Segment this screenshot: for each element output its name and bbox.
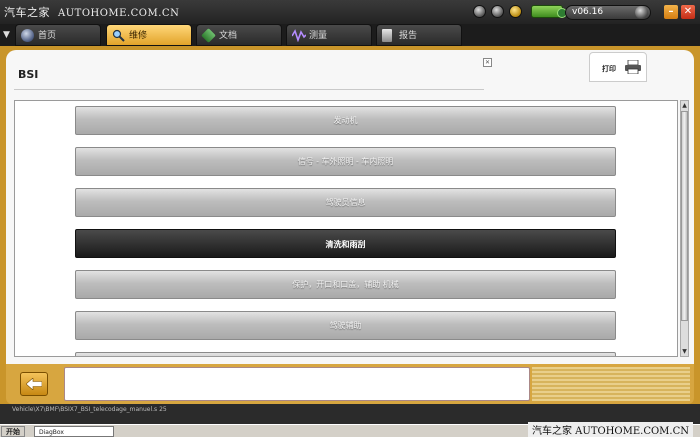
help-icon[interactable] — [491, 5, 504, 18]
tab-label: 维修 — [129, 31, 148, 41]
menu-item-driver-info[interactable]: 驾驶员信息 — [75, 188, 616, 217]
scroll-thumb[interactable] — [681, 111, 688, 321]
home-icon — [21, 29, 34, 42]
tab-measure[interactable]: 测量 — [286, 24, 372, 46]
search-icon — [112, 29, 125, 42]
arrow-left-icon — [26, 378, 42, 390]
menu-item-label: 发动机 — [333, 116, 358, 125]
close-panel-icon[interactable]: ✕ — [483, 58, 492, 67]
watermark-bottom: 汽车之家 AUTOHOME.COM.CN — [528, 422, 694, 437]
back-button[interactable] — [20, 372, 48, 396]
scroll-down-icon[interactable]: ▼ — [681, 347, 688, 356]
menu-item-label: 驾驶员信息 — [325, 198, 366, 207]
menu-item-engine[interactable]: 发动机 — [75, 106, 616, 135]
divider — [14, 89, 484, 90]
menu-item-label: 保护，开口和口盖，辅助 机械 — [292, 280, 399, 289]
taskbar-item-diagbox[interactable]: DiagBox — [34, 426, 114, 437]
tab-label: 首页 — [38, 31, 57, 41]
bottom-bar — [6, 364, 694, 404]
version-label: v06.16 — [572, 7, 604, 17]
menu-item-driving-assist[interactable]: 驾驶辅助 — [75, 311, 616, 340]
tab-report[interactable]: 报告 — [376, 24, 462, 46]
tab-bar: ▼ 首页 维修 文档 测量 报告 — [0, 24, 700, 46]
watermark-brand: 汽车之家 — [4, 6, 50, 19]
menu-item-label: 驾驶辅助 — [329, 321, 362, 330]
menu-item-label: 清洗和雨刮 — [325, 239, 366, 249]
tab-label: 文档 — [219, 31, 238, 41]
decorative-stripes — [532, 367, 690, 401]
scroll-up-icon[interactable]: ▲ — [681, 101, 688, 110]
dial-icon — [635, 6, 648, 19]
print-button[interactable]: 打印 — [589, 52, 647, 82]
title-bar: 汽车之家 AUTOHOME.COM.CN v06.16 – ✕ — [0, 0, 700, 24]
menu-item-label: 信号 - 车外照明 - 车内照明 — [297, 157, 394, 166]
settings-icon[interactable] — [509, 5, 522, 18]
menu-item-protection-openings[interactable]: 保护，开口和口盖，辅助 机械 — [75, 270, 616, 299]
menu-list: 发动机 信号 - 车外照明 - 车内照明 驾驶员信息 清洗和雨刮 保护，开口和口… — [14, 100, 678, 357]
status-path: Vehicle\X7\BMF\BSIX7_BSI_telecodage_manu… — [12, 406, 167, 413]
chevron-down-icon[interactable]: ▼ — [3, 30, 10, 40]
tab-label: 测量 — [309, 31, 328, 41]
scrollbar[interactable]: ▲ ▼ — [680, 100, 689, 357]
status-icons — [473, 5, 567, 18]
menu-item-wash-wipe[interactable]: 清洗和雨刮 — [75, 229, 616, 258]
waveform-icon — [291, 29, 307, 43]
watermark-top: 汽车之家 AUTOHOME.COM.CN — [4, 4, 179, 20]
close-button[interactable]: ✕ — [681, 5, 695, 19]
start-label: 开始 — [6, 428, 20, 436]
task-label: DiagBox — [39, 429, 64, 436]
report-icon — [382, 29, 392, 42]
start-button[interactable]: 开始 — [1, 426, 25, 437]
tab-documents[interactable]: 文档 — [196, 24, 282, 46]
menu-item-more[interactable] — [75, 352, 616, 356]
watermark-url: AUTOHOME.COM.CN — [58, 8, 180, 19]
content-panel: BSI ✕ 打印 发动机 信号 - 车外照明 - 车内照明 驾驶员信息 清洗和雨… — [6, 50, 694, 368]
document-icon — [201, 28, 216, 43]
main-frame: BSI ✕ 打印 发动机 信号 - 车外照明 - 车内照明 驾驶员信息 清洗和雨… — [0, 46, 700, 404]
print-label: 打印 — [602, 65, 616, 73]
battery-icon — [531, 5, 567, 18]
tab-label: 报告 — [399, 31, 418, 41]
tab-repair[interactable]: 维修 — [106, 24, 192, 46]
version-indicator[interactable]: v06.16 — [565, 5, 651, 20]
page-title: BSI — [18, 68, 39, 81]
message-box — [64, 367, 530, 401]
menu-item-lighting[interactable]: 信号 - 车外照明 - 车内照明 — [75, 147, 616, 176]
tab-home[interactable]: 首页 — [15, 24, 101, 46]
connection-icon[interactable] — [473, 5, 486, 18]
minimize-button[interactable]: – — [664, 5, 678, 19]
printer-icon — [625, 60, 641, 74]
